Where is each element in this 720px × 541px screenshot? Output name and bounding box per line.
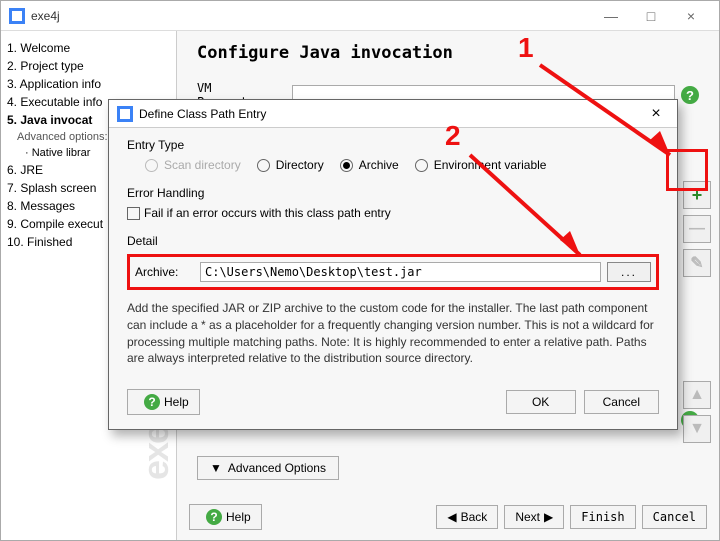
- archive-path-input[interactable]: [200, 262, 601, 282]
- directory-label: Directory: [276, 158, 324, 172]
- move-down-button[interactable]: ▼: [683, 415, 711, 443]
- detail-description: Add the specified JAR or ZIP archive to …: [127, 300, 659, 367]
- dialog-close-button[interactable]: ×: [643, 103, 669, 125]
- ok-button[interactable]: OK: [506, 390, 576, 414]
- archive-field-highlight: Archive: ...: [127, 254, 659, 290]
- step-welcome[interactable]: 1. Welcome: [7, 39, 170, 57]
- advanced-options-label: Advanced Options: [228, 461, 326, 475]
- right-icon: ▶: [544, 510, 553, 524]
- browse-button[interactable]: ...: [607, 262, 651, 282]
- page-title: Configure Java invocation: [197, 43, 699, 63]
- dialog-help-label: Help: [164, 395, 189, 409]
- step-app-info[interactable]: 3. Application info: [7, 75, 170, 93]
- finish-button[interactable]: Finish: [570, 505, 635, 529]
- scan-directory-radio[interactable]: [145, 159, 158, 172]
- annotation-1: 1: [518, 32, 534, 64]
- annotation-2: 2: [445, 120, 461, 152]
- detail-label: Detail: [127, 234, 659, 248]
- app-icon: [9, 8, 25, 24]
- help-icon: ?: [206, 509, 222, 525]
- dialog-cancel-button[interactable]: Cancel: [584, 390, 659, 414]
- archive-field-label: Archive:: [135, 265, 200, 279]
- env-var-radio[interactable]: [415, 159, 428, 172]
- advanced-options-button[interactable]: ▼ Advanced Options: [197, 456, 339, 480]
- error-handling-label: Error Handling: [127, 186, 659, 200]
- window-close-button[interactable]: ×: [671, 3, 711, 29]
- step-project-type[interactable]: 2. Project type: [7, 57, 170, 75]
- help-label: Help: [226, 510, 251, 524]
- back-button[interactable]: ◀ Back: [436, 505, 498, 529]
- dialog-title: Define Class Path Entry: [139, 107, 643, 121]
- help-button[interactable]: ? Help: [189, 504, 262, 530]
- help-icon[interactable]: ?: [681, 86, 699, 104]
- help-icon: ?: [144, 394, 160, 410]
- add-classpath-button[interactable]: +: [683, 181, 711, 209]
- dialog-icon: [117, 106, 133, 122]
- dialog-help-button[interactable]: ? Help: [127, 389, 200, 415]
- archive-label: Archive: [359, 158, 399, 172]
- window-minimize-button[interactable]: —: [591, 3, 631, 29]
- entry-type-label: Entry Type: [127, 138, 659, 152]
- cancel-button[interactable]: Cancel: [642, 505, 707, 529]
- next-label: Next: [515, 510, 540, 524]
- remove-classpath-button[interactable]: —: [683, 215, 711, 243]
- app-title: exe4j: [31, 9, 591, 23]
- define-classpath-dialog: Define Class Path Entry × Entry Type Sca…: [108, 99, 678, 430]
- env-var-label: Environment variable: [434, 158, 547, 172]
- left-icon: ◀: [447, 510, 456, 524]
- directory-radio[interactable]: [257, 159, 270, 172]
- archive-radio[interactable]: [340, 159, 353, 172]
- back-label: Back: [461, 510, 488, 524]
- window-maximize-button[interactable]: □: [631, 3, 671, 29]
- edit-classpath-button[interactable]: ✎: [683, 249, 711, 277]
- triangle-down-icon: ▼: [210, 461, 222, 475]
- fail-on-error-checkbox[interactable]: [127, 207, 140, 220]
- move-up-button[interactable]: ▲: [683, 381, 711, 409]
- titlebar: exe4j — □ ×: [1, 1, 719, 31]
- next-button[interactable]: Next ▶: [504, 505, 564, 529]
- scan-directory-label: Scan directory: [164, 158, 241, 172]
- fail-on-error-label: Fail if an error occurs with this class …: [144, 206, 391, 220]
